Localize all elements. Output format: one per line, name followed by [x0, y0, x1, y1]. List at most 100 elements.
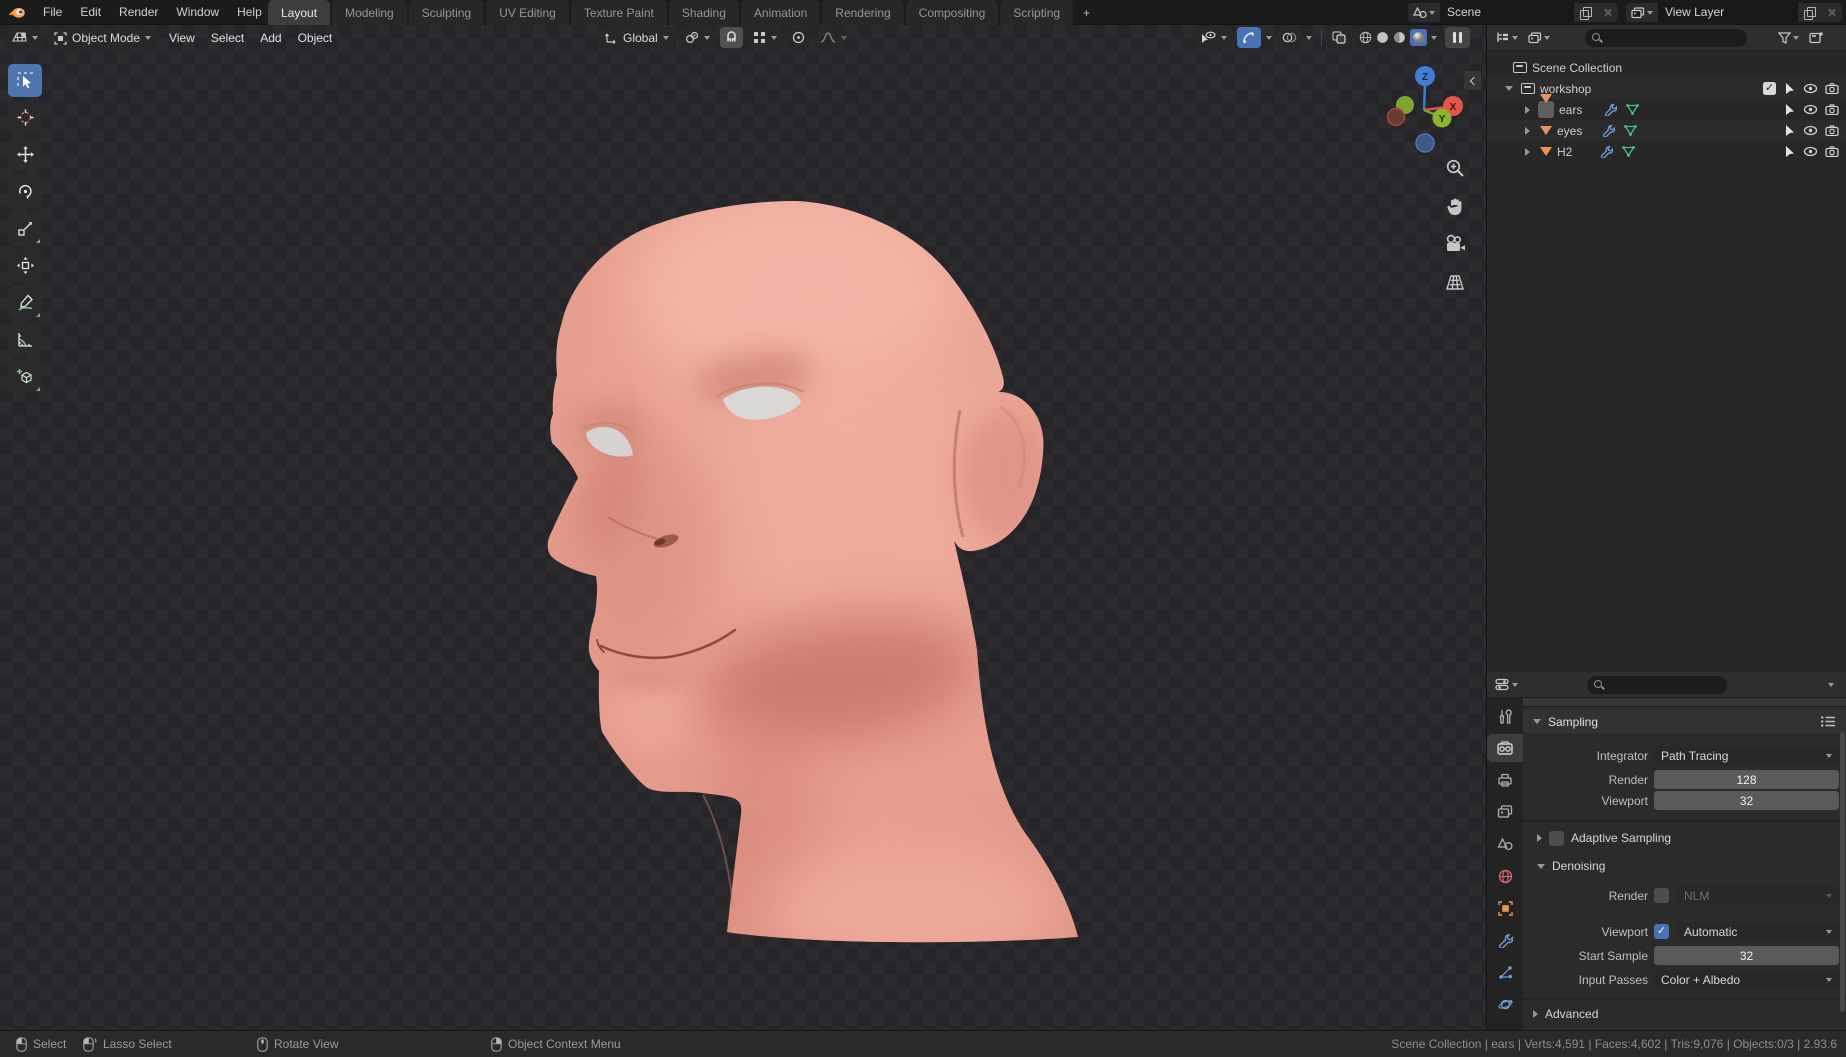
- viewport-menu-view[interactable]: View: [161, 31, 203, 45]
- viewport-menu-select[interactable]: Select: [203, 31, 252, 45]
- scene-new-copy-button[interactable]: [1574, 3, 1596, 22]
- shading-solid-icon[interactable]: [1376, 31, 1389, 44]
- tab-particles[interactable]: [1487, 958, 1523, 986]
- selectable-icon[interactable]: [1783, 145, 1796, 158]
- tool-cursor[interactable]: [8, 101, 42, 134]
- overlays-dropdown-chevron[interactable]: [1306, 35, 1312, 40]
- viewport-menu-object[interactable]: Object: [290, 31, 341, 45]
- eye-icon[interactable]: [1803, 125, 1818, 136]
- navigation-gizmo[interactable]: Z X Y: [1384, 56, 1468, 156]
- tab-modifiers[interactable]: [1487, 926, 1523, 954]
- menu-help[interactable]: Help: [228, 0, 271, 25]
- menu-window[interactable]: Window: [167, 0, 228, 25]
- pause-render-button[interactable]: [1445, 27, 1470, 48]
- properties-search-input[interactable]: [1587, 675, 1727, 694]
- blender-logo-icon[interactable]: [8, 5, 26, 19]
- tab-modeling[interactable]: Modeling: [332, 0, 407, 25]
- outliner-editor-type-button[interactable]: [1492, 29, 1521, 46]
- tab-tool[interactable]: [1487, 702, 1523, 730]
- menu-render[interactable]: Render: [110, 0, 167, 25]
- show-gizmo-toggle[interactable]: [1237, 27, 1261, 48]
- sidebar-collapse-button[interactable]: [1464, 71, 1481, 90]
- gizmo-dropdown-chevron[interactable]: [1266, 35, 1272, 40]
- adaptive-sampling-checkbox[interactable]: [1549, 830, 1564, 846]
- disclosure-closed-icon[interactable]: [1525, 105, 1530, 114]
- shading-rendered-active-bg[interactable]: [1410, 29, 1427, 46]
- tab-layout[interactable]: Layout: [268, 0, 331, 25]
- gizmo-axis-neg-x[interactable]: [1386, 107, 1406, 127]
- tab-output[interactable]: [1487, 766, 1523, 794]
- view-layer-selector[interactable]: View Layer: [1626, 3, 1842, 22]
- tool-rotate[interactable]: [8, 175, 42, 208]
- advanced-header[interactable]: Advanced: [1523, 1004, 1846, 1024]
- view-layer-copy-button[interactable]: [1798, 3, 1820, 22]
- tool-add-cube[interactable]: [8, 360, 42, 393]
- pan-button[interactable]: [1442, 193, 1468, 219]
- tab-rendering[interactable]: Rendering: [822, 0, 904, 25]
- scene-icon[interactable]: [1408, 3, 1440, 22]
- pivot-point-dropdown[interactable]: [678, 27, 716, 48]
- tab-compositing[interactable]: Compositing: [905, 0, 999, 25]
- input-passes-dropdown[interactable]: Color + Albedo: [1654, 970, 1839, 989]
- tab-animation[interactable]: Animation: [740, 0, 821, 25]
- camera-render-icon[interactable]: [1825, 104, 1839, 115]
- tab-texture-paint[interactable]: Texture Paint: [570, 0, 667, 25]
- tab-shading[interactable]: Shading: [668, 0, 739, 25]
- integrator-dropdown[interactable]: Path Tracing: [1654, 746, 1839, 765]
- properties-options-chevron[interactable]: [1828, 682, 1834, 687]
- mode-dropdown[interactable]: Object Mode: [48, 27, 158, 49]
- denoise-render-checkbox[interactable]: [1654, 888, 1669, 903]
- outliner-row-h2[interactable]: H2: [1487, 141, 1846, 162]
- menu-file[interactable]: File: [34, 0, 71, 25]
- outliner-search-input[interactable]: [1585, 28, 1747, 47]
- disclosure-closed-icon[interactable]: [1525, 126, 1530, 135]
- sampling-panel-header[interactable]: Sampling: [1523, 710, 1846, 733]
- editor-type-button[interactable]: [6, 27, 44, 49]
- outliner-filter-button[interactable]: [1775, 30, 1802, 46]
- camera-render-icon[interactable]: [1825, 83, 1839, 94]
- start-sample-field[interactable]: 32: [1654, 946, 1839, 965]
- eye-icon[interactable]: [1803, 146, 1818, 157]
- camera-render-icon[interactable]: [1825, 125, 1839, 136]
- snap-target-dropdown[interactable]: [746, 27, 783, 48]
- ortho-toggle-button[interactable]: [1442, 269, 1468, 295]
- menu-edit[interactable]: Edit: [71, 0, 110, 25]
- transform-orientation-dropdown[interactable]: Global: [598, 27, 675, 48]
- head-model[interactable]: [430, 155, 1100, 955]
- view-layer-remove-button[interactable]: [1820, 3, 1842, 22]
- scene-name[interactable]: Scene: [1440, 3, 1574, 22]
- selectable-icon[interactable]: [1783, 82, 1796, 95]
- tab-uv-editing[interactable]: UV Editing: [486, 0, 569, 25]
- outliner-row-ears[interactable]: ears: [1487, 94, 1846, 120]
- eye-icon[interactable]: [1803, 83, 1818, 94]
- denoising-header[interactable]: Denoising: [1523, 856, 1846, 876]
- viewport-menu-add[interactable]: Add: [252, 31, 289, 45]
- zoom-button[interactable]: [1442, 155, 1468, 181]
- shading-wireframe-icon[interactable]: [1359, 31, 1372, 44]
- tool-transform[interactable]: [8, 249, 42, 282]
- add-workspace-button[interactable]: +: [1075, 0, 1098, 25]
- tool-select-box[interactable]: [8, 64, 42, 97]
- denoise-render-dropdown[interactable]: NLM: [1677, 886, 1839, 905]
- xray-toggle[interactable]: [1327, 27, 1351, 48]
- denoise-viewport-checkbox[interactable]: ✓: [1654, 924, 1669, 939]
- shading-dropdown-chevron[interactable]: [1431, 35, 1437, 40]
- selectable-icon[interactable]: [1783, 124, 1796, 137]
- tab-sculpting[interactable]: Sculpting: [408, 0, 485, 25]
- viewport-samples-field[interactable]: 32: [1654, 791, 1839, 810]
- tool-annotate[interactable]: [8, 286, 42, 319]
- tab-world[interactable]: [1487, 862, 1523, 890]
- view-layer-name[interactable]: View Layer: [1658, 3, 1798, 22]
- tab-scene[interactable]: [1487, 830, 1523, 858]
- presets-icon[interactable]: [1820, 715, 1837, 728]
- tab-physics[interactable]: [1487, 990, 1523, 1018]
- tool-move[interactable]: [8, 138, 42, 171]
- eye-icon[interactable]: [1803, 104, 1818, 115]
- tool-measure[interactable]: [8, 323, 42, 356]
- tab-render[interactable]: [1487, 734, 1523, 762]
- object-visibility-dropdown[interactable]: [1194, 27, 1233, 48]
- outliner-row-scene-collection[interactable]: Scene Collection: [1487, 57, 1846, 78]
- snap-toggle[interactable]: [719, 27, 743, 48]
- render-samples-field[interactable]: 128: [1654, 770, 1839, 789]
- adaptive-sampling-header[interactable]: Adaptive Sampling: [1523, 828, 1846, 848]
